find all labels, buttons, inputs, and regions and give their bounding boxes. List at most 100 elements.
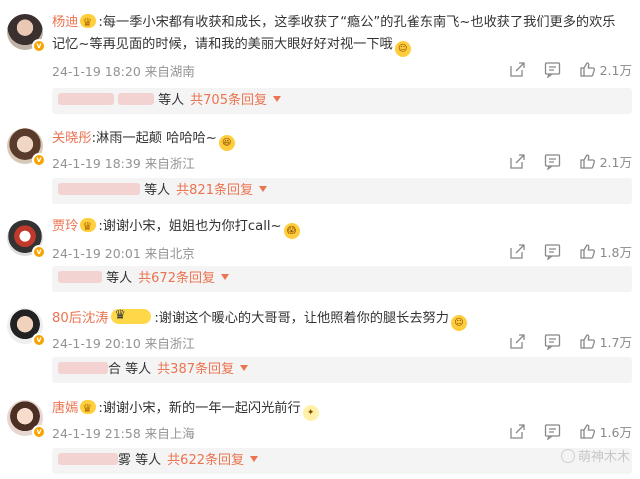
share-button[interactable] <box>509 423 526 440</box>
reply-people: 等人 <box>125 362 152 377</box>
share-button[interactable] <box>509 243 526 260</box>
comment-icon <box>544 153 561 170</box>
reply-count[interactable]: 共622条回复 <box>167 453 244 468</box>
avatar[interactable]: v <box>7 220 46 259</box>
watermark-logo-icon <box>560 449 575 463</box>
comment-icon <box>544 333 561 350</box>
like-button[interactable]: 2.1万 <box>579 152 632 171</box>
username[interactable]: 唐嫣 <box>52 401 78 416</box>
watermark: 萌神木木 <box>560 446 630 465</box>
reply-summary[interactable]: 合 等人 共387条回复 <box>52 357 632 383</box>
share-icon <box>509 61 526 78</box>
reply-count[interactable]: 共387条回复 <box>157 362 234 377</box>
like-count: 1.6万 <box>599 425 632 440</box>
location: 来自北京 <box>144 246 195 261</box>
comment-button[interactable] <box>544 333 561 350</box>
excited-emoji-icon: 😱 <box>283 223 300 239</box>
thumbs-up-icon <box>579 243 596 260</box>
comment-button[interactable] <box>544 61 561 78</box>
timestamp: 24-1-19 20:01 <box>52 246 141 261</box>
timestamp: 24-1-19 18:39 <box>52 156 141 171</box>
like-count: 1.7万 <box>599 335 632 350</box>
avatar[interactable]: v <box>7 308 46 347</box>
blurred-name <box>58 183 140 195</box>
username[interactable]: 杨迪 <box>52 15 78 30</box>
blurred-name <box>58 93 114 105</box>
avatar[interactable]: v <box>7 128 46 167</box>
reply-people: 等人 <box>158 93 185 108</box>
thumbs-up-icon <box>579 423 596 440</box>
share-button[interactable] <box>509 153 526 170</box>
crown-badge-icon <box>111 308 152 324</box>
reply-summary[interactable]: 等人 共821条回复 <box>52 178 632 204</box>
crown-badge-icon <box>80 12 97 34</box>
comment-text: 唐嫣:谢谢小宋，新的一年一起闪光前行✦ <box>52 398 632 421</box>
comment-actions: 2.1万 <box>509 152 632 171</box>
comment-body-line1: :谢谢小宋，姐姐也为你打call~ <box>98 219 282 234</box>
comment-actions: 1.6万 <box>509 422 632 441</box>
share-icon <box>509 243 526 260</box>
verified-badge-icon: v <box>32 333 46 347</box>
blurred-name <box>118 93 154 105</box>
comment-body-line1: :谢谢小宋，新的一年一起闪光前行 <box>98 401 301 416</box>
blurred-name <box>58 362 108 374</box>
share-button[interactable] <box>509 61 526 78</box>
comment-text: 杨迪 :每一季小宋都有收获和成长，这季收获了“瘾公”的孔雀东南飞~也收获了我们更多… <box>52 12 632 34</box>
comment-item: v 80后沈涛 :谢谢这个暖心的大哥哥，让他照着你的腿长去努力☺ 24-1-19 … <box>0 306 640 386</box>
reply-count[interactable]: 共821条回复 <box>176 183 253 198</box>
share-button[interactable] <box>509 333 526 350</box>
like-button[interactable]: 2.1万 <box>579 60 632 79</box>
chevron-down-icon <box>240 365 248 371</box>
like-count: 2.1万 <box>599 63 632 78</box>
like-button[interactable]: 1.8万 <box>579 242 632 261</box>
chevron-down-icon <box>220 274 229 280</box>
reply-people: 等人 <box>106 271 133 286</box>
reply-count[interactable]: 共672条回复 <box>138 271 215 286</box>
reply-prefix: 合 <box>108 362 122 377</box>
thumbs-up-icon <box>579 61 596 78</box>
blurred-name <box>58 453 118 465</box>
reply-summary[interactable]: 等人 共672条回复 <box>52 266 632 292</box>
comment-body-line1: :淋雨一起颠 哈哈哈~ <box>91 131 217 146</box>
comment-meta: 24-1-19 18:39 来自浙江 <box>52 153 195 172</box>
verified-badge-icon: v <box>32 153 46 167</box>
comment-body-line1: :谢谢这个暖心的大哥哥，让他照着你的腿长去努力 <box>154 311 449 326</box>
reply-summary[interactable]: 雾 等人 共622条回复 <box>52 448 632 474</box>
username[interactable]: 80后沈涛 <box>52 311 108 326</box>
timestamp: 24-1-19 18:20 <box>52 64 141 79</box>
like-count: 1.8万 <box>599 245 632 260</box>
comment-button[interactable] <box>544 423 561 440</box>
reply-people: 等人 <box>135 453 162 468</box>
comment-meta: 24-1-19 20:10 来自浙江 <box>52 333 195 352</box>
location: 来自上海 <box>144 426 195 441</box>
laughing-emoji-icon: 😆 <box>218 135 235 151</box>
chevron-down-icon <box>250 456 258 462</box>
comment-item: v 关晓彤:淋雨一起颠 哈哈哈~ 😆 24-1-19 18:39 来自浙江 2.1… <box>0 126 640 206</box>
avatar[interactable]: v <box>7 14 46 53</box>
thumbs-up-icon <box>579 153 596 170</box>
username[interactable]: 关晓彤 <box>52 131 92 146</box>
comment-item: v 贾玲 :谢谢小宋，姐姐也为你打call~😱 24-1-19 20:01 来自北… <box>0 214 640 294</box>
comment-meta: 24-1-19 20:01 来自北京 <box>52 243 195 262</box>
comment-button[interactable] <box>544 153 561 170</box>
comment-meta: 24-1-19 21:58 来自上海 <box>52 423 195 442</box>
like-button[interactable]: 1.6万 <box>579 422 632 441</box>
comment-body-line1: :每一季小宋都有收获和成长，这季收获了“瘾公”的孔雀东南飞~也收获了我们更多的欢… <box>98 15 616 30</box>
smile-emoji-icon: ☺ <box>450 315 467 331</box>
reply-summary[interactable]: 等人 共705条回复 <box>52 88 632 114</box>
reply-people: 等人 <box>144 183 171 198</box>
crown-badge-icon <box>80 216 97 238</box>
comment-icon <box>544 61 561 78</box>
comment-body-line2: 记忆~等再见面的时候，请和我的美丽大眼好好对视一下哦 <box>52 37 393 52</box>
share-icon <box>509 423 526 440</box>
verified-badge-icon: v <box>32 39 46 53</box>
reply-prefix: 雾 <box>118 453 132 468</box>
reply-count[interactable]: 共705条回复 <box>190 93 267 108</box>
avatar[interactable]: v <box>7 400 46 439</box>
comment-text: 贾玲 :谢谢小宋，姐姐也为你打call~😱 <box>52 216 632 239</box>
comment-button[interactable] <box>544 243 561 260</box>
chevron-down-icon <box>258 186 267 192</box>
username[interactable]: 贾玲 <box>52 219 78 234</box>
like-button[interactable]: 1.7万 <box>579 332 632 351</box>
verified-badge-icon: v <box>32 425 46 439</box>
